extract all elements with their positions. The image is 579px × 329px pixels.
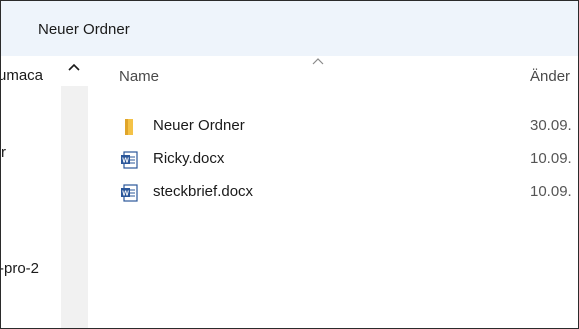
nav-scrollbar-track[interactable] — [61, 86, 88, 328]
word-document-icon: W — [121, 151, 138, 169]
column-header-modified[interactable]: Änder — [530, 68, 570, 85]
file-row-ricky-docx[interactable]: W Ricky.docx 10.09. — [89, 147, 578, 173]
file-name: Neuer Ordner — [153, 117, 245, 134]
file-list: Name Änder Neuer Ordner 30.09. W Ricky.d… — [89, 56, 578, 328]
column-header-name[interactable]: Name — [119, 68, 159, 85]
nav-scroll-up-button[interactable] — [62, 56, 86, 78]
svg-text:W: W — [122, 191, 129, 198]
folder-icon — [125, 119, 133, 135]
nav-item-umaca[interactable]: umaca — [1, 67, 43, 84]
svg-text:W: W — [122, 158, 129, 165]
file-row-neuer-ordner[interactable]: Neuer Ordner 30.09. — [89, 114, 578, 140]
nav-item-r[interactable]: r — [1, 144, 6, 161]
file-name: Ricky.docx — [153, 150, 225, 167]
sort-ascending-icon — [312, 58, 324, 65]
navigation-pane: umaca r -pro-2 — [1, 56, 61, 328]
chevron-up-icon — [68, 63, 80, 71]
file-date: 10.09. — [530, 150, 572, 167]
breadcrumb-current-folder[interactable]: Neuer Ordner — [38, 21, 130, 38]
file-date: 30.09. — [530, 117, 572, 134]
file-date: 10.09. — [530, 183, 572, 200]
word-document-icon: W — [121, 184, 138, 202]
file-explorer-window: Neuer Ordner umaca r -pro-2 Name Änder N… — [0, 0, 579, 329]
address-bar[interactable]: Neuer Ordner — [1, 1, 578, 56]
file-name: steckbrief.docx — [153, 183, 254, 200]
nav-item-pro-2[interactable]: -pro-2 — [1, 260, 39, 277]
file-row-steckbrief-docx[interactable]: W steckbrief.docx 10.09. — [89, 180, 578, 206]
